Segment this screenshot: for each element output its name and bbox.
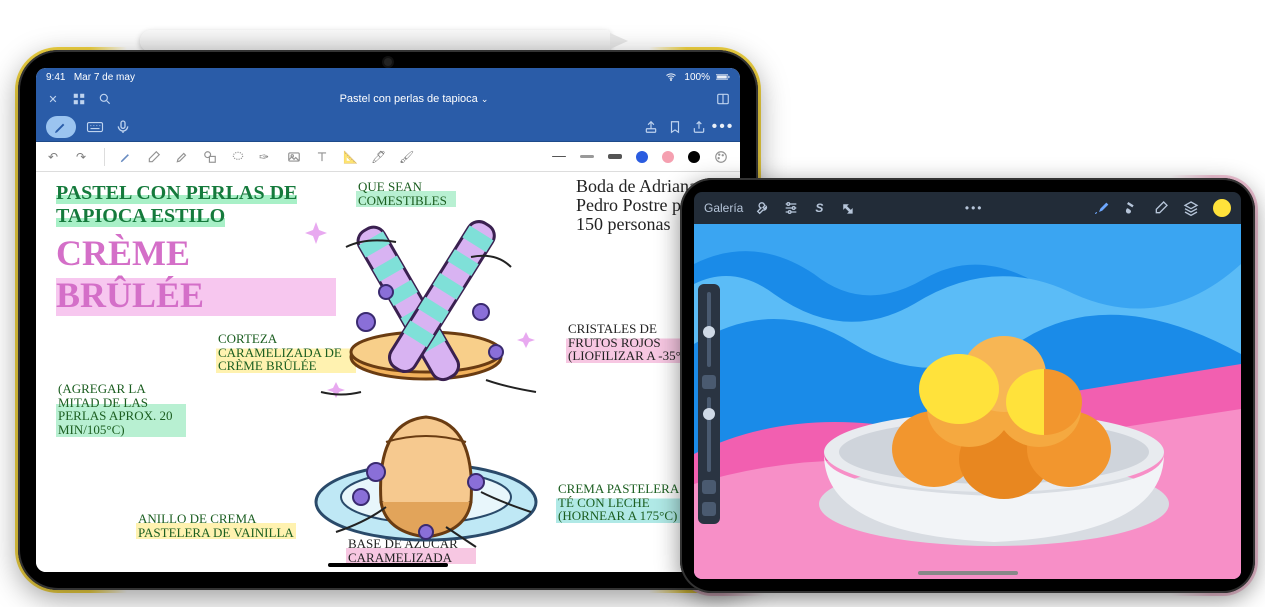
document-title-text: Pastel con perlas de tapioca <box>340 93 478 105</box>
grid-icon[interactable] <box>72 92 86 106</box>
eraser-icon[interactable] <box>147 150 161 164</box>
marker-icon[interactable]: 🖊 <box>371 150 385 164</box>
ruler-icon[interactable]: 📐 <box>343 150 357 164</box>
share-icon[interactable] <box>692 120 706 134</box>
color-pink[interactable] <box>662 151 674 163</box>
opacity-slider[interactable] <box>707 397 711 472</box>
bookmark-icon[interactable] <box>668 120 682 134</box>
recipe-illustration <box>286 202 566 562</box>
ink-icon[interactable]: ✑ <box>259 150 273 164</box>
stroke-thin[interactable] <box>552 156 566 157</box>
brush-icon[interactable] <box>1093 200 1109 216</box>
status-time: 9:41 <box>46 72 65 83</box>
adjust-icon[interactable] <box>783 200 799 216</box>
ipad-mini-screen: Galería S ••• <box>694 192 1241 579</box>
ipad-mini: Galería S ••• <box>680 178 1255 593</box>
palette-icon[interactable] <box>714 150 728 164</box>
color-swatch[interactable] <box>1213 199 1231 217</box>
note-agregar: (AGREGAR LA MITAD DE LAS PERLAS APROX. 2… <box>56 382 186 437</box>
brush-size-thumb[interactable] <box>703 326 715 338</box>
opacity-thumb[interactable] <box>703 408 715 420</box>
image-icon[interactable] <box>287 150 301 164</box>
draw-mode-button[interactable] <box>46 116 76 138</box>
wrench-icon[interactable] <box>755 200 771 216</box>
home-indicator[interactable] <box>328 563 448 567</box>
app-titlebar: ✕ Pastel con perlas de tapioca ⌄ <box>36 86 740 112</box>
brush-size-slider[interactable] <box>707 292 711 367</box>
home-indicator[interactable] <box>918 571 1018 575</box>
mode-toolbar: ••• <box>36 112 740 142</box>
pen-tool-icon[interactable] <box>119 150 133 164</box>
color-blue[interactable] <box>636 151 648 163</box>
microphone-icon[interactable] <box>114 118 132 136</box>
apple-pencil <box>140 30 610 52</box>
note-anillo: ANILLO DE CREMA PASTELERA DE VAINILLA <box>136 512 296 539</box>
transform-icon[interactable] <box>839 200 855 216</box>
procreate-canvas[interactable] <box>694 224 1241 579</box>
status-bar: 9:41 Mar 7 de may 100% <box>36 68 740 86</box>
chevron-down-icon: ⌄ <box>481 94 489 104</box>
front-camera <box>384 58 392 66</box>
drawing-toolbar: ↶ ↷ ✑ 📐 <box>36 142 740 172</box>
more-icon[interactable]: ••• <box>716 120 730 134</box>
select-icon[interactable]: S <box>811 200 827 216</box>
wifi-icon <box>664 70 678 84</box>
title-line1: PASTEL CON PERLAS DE TAPIOCA ESTILO <box>56 182 297 227</box>
keyboard-icon[interactable] <box>86 118 104 136</box>
text-icon[interactable] <box>315 150 329 164</box>
layers-icon[interactable] <box>1183 200 1199 216</box>
search-icon[interactable] <box>98 92 112 106</box>
status-date: Mar 7 de may <box>74 72 135 83</box>
more-icon[interactable]: ••• <box>966 200 982 216</box>
procreate-toolbar: Galería S ••• <box>694 192 1241 224</box>
stroke-med[interactable] <box>580 155 594 158</box>
redo-icon[interactable]: ↷ <box>76 150 90 164</box>
lasso-icon[interactable] <box>231 150 245 164</box>
undo-button[interactable] <box>702 480 716 494</box>
brush-icon[interactable]: 🖌 <box>399 150 413 164</box>
status-left: 9:41 Mar 7 de may <box>46 72 135 83</box>
battery-percent: 100% <box>684 72 710 83</box>
eraser-icon[interactable] <box>1153 200 1169 216</box>
battery-icon <box>716 70 730 84</box>
shape-icon[interactable] <box>203 150 217 164</box>
side-slider-panel <box>698 284 720 524</box>
divider <box>104 148 105 166</box>
ipad-large: 9:41 Mar 7 de may 100% ✕ <box>18 50 758 590</box>
modify-button[interactable] <box>702 375 716 389</box>
split-view-icon[interactable] <box>716 92 730 106</box>
highlighter-icon[interactable] <box>175 150 189 164</box>
document-title[interactable]: Pastel con perlas de tapioca ⌄ <box>124 93 704 105</box>
note-canvas[interactable]: PASTEL CON PERLAS DE TAPIOCA ESTILO CRÈM… <box>36 172 740 572</box>
color-black[interactable] <box>688 151 700 163</box>
export-icon[interactable] <box>644 120 658 134</box>
ipad-large-screen: 9:41 Mar 7 de may 100% ✕ <box>36 68 740 572</box>
smudge-icon[interactable] <box>1123 200 1139 216</box>
close-icon[interactable]: ✕ <box>46 92 60 106</box>
undo-icon[interactable]: ↶ <box>48 150 62 164</box>
redo-button[interactable] <box>702 502 716 516</box>
gallery-button[interactable]: Galería <box>704 201 743 215</box>
stroke-thick[interactable] <box>608 154 622 159</box>
